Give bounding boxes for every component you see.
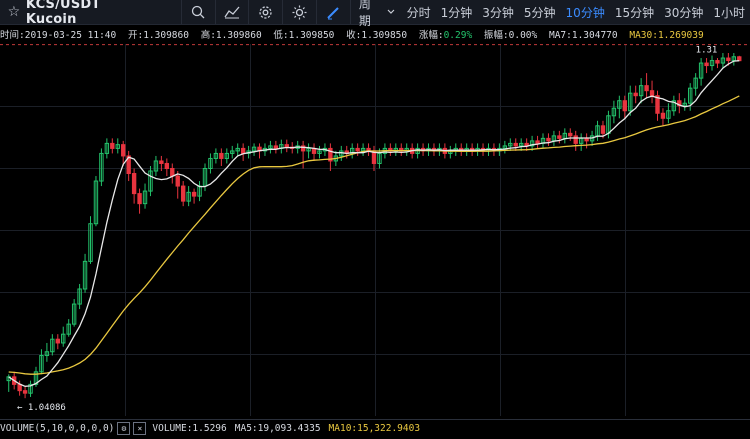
volume-ma5: MA5:19,093.4335 — [234, 423, 321, 434]
candle-body — [159, 160, 164, 164]
candle-body — [600, 125, 606, 134]
candle-body — [175, 175, 180, 187]
indicator-icon[interactable] — [214, 0, 249, 24]
timeframe-tab[interactable]: 10分钟 — [561, 4, 610, 21]
candlestick-chart[interactable]: 1.31 ← 1.04086 — [0, 44, 750, 416]
candle-body — [644, 85, 649, 92]
candle-body — [535, 140, 540, 144]
candle-body — [273, 145, 279, 149]
candle-body — [284, 144, 289, 148]
timeframe-tab[interactable]: 15分钟 — [610, 4, 659, 21]
close-icon[interactable]: × — [133, 422, 147, 435]
candle-body — [715, 60, 720, 64]
chevron-down-icon — [387, 9, 395, 14]
high-price-label: 1.31 — [696, 46, 718, 56]
info-open: 开:1.309860 — [127, 30, 189, 41]
timeframe-tab[interactable]: 1分钟 — [436, 4, 478, 21]
candle-body — [355, 147, 360, 152]
candle-body — [131, 173, 137, 195]
info-time: 时间:2019-03-25 11:40 — [0, 30, 117, 41]
candle-body — [737, 56, 742, 62]
candle-body — [164, 162, 170, 169]
ma30-line — [8, 95, 740, 375]
timeframe-tab[interactable]: 5分钟 — [519, 4, 561, 21]
candle-body — [633, 92, 638, 97]
ohlc-info-bar: 时间:2019-03-25 11:40 开:1.309860 高:1.30986… — [0, 28, 750, 44]
candle-body — [17, 383, 22, 392]
low-price-label: ← 1.04086 — [17, 403, 66, 413]
info-high: 高:1.309860 — [200, 30, 262, 41]
candle-body — [22, 390, 28, 394]
candle-body — [704, 62, 709, 67]
candle-body — [513, 142, 518, 147]
timeframe-tab[interactable]: 30分钟 — [659, 4, 708, 21]
volume-value: VOLUME:1.5296 — [152, 423, 227, 434]
candle-body — [568, 132, 573, 137]
candle-body — [573, 135, 578, 144]
toolbar: ☆ KCS/USDT Kucoin 周期 分时 1分钟 3分钟 5分钟 10分钟 15分钟… — [0, 0, 750, 28]
gear-icon[interactable] — [248, 0, 282, 24]
candle-body — [240, 147, 246, 154]
period-dropdown[interactable]: 周期 — [351, 0, 402, 29]
candle-body — [191, 191, 197, 197]
candle-body — [110, 142, 115, 149]
candle-body — [726, 57, 731, 62]
info-ma7: MA7:1.304770 — [548, 30, 618, 41]
candle-body — [137, 193, 142, 205]
info-ma30: MA30:1.269039 — [629, 30, 704, 41]
candle-body — [660, 112, 666, 119]
volume-ma10: MA10:15,322.9403 — [328, 423, 421, 434]
timeframe-tab[interactable]: 1小时 — [708, 4, 750, 21]
volume-label: VOLUME(5,10,0,0,0,0) — [0, 423, 115, 434]
search-icon[interactable] — [180, 0, 215, 24]
candle-body — [170, 167, 175, 177]
period-label: 周期 — [358, 0, 371, 28]
info-change-label: 涨幅: — [418, 30, 444, 41]
settings-icon[interactable]: ⚙ — [117, 422, 131, 435]
star-icon[interactable]: ☆ — [4, 4, 24, 20]
candle-body — [649, 90, 655, 97]
info-change-value: 0.29% — [443, 30, 473, 41]
ma7-line — [8, 60, 740, 387]
candle-body — [557, 135, 562, 139]
candle-body — [121, 144, 126, 157]
candle-body — [55, 338, 60, 344]
candle-body — [622, 100, 627, 112]
volume-info-bar: VOLUME(5,10,0,0,0,0) ⚙ × VOLUME:1.5296 M… — [0, 419, 750, 437]
candle-body — [180, 185, 186, 202]
info-amplitude: 振幅:0.00% — [483, 30, 538, 41]
pen-icon[interactable] — [316, 0, 350, 24]
sun-icon[interactable] — [282, 0, 316, 24]
info-low: 低:1.309850 — [273, 30, 335, 41]
candle-body — [546, 137, 551, 142]
timeframe-tab[interactable]: 3分钟 — [477, 4, 519, 21]
pair-title: KCS/USDT Kucoin — [25, 0, 101, 27]
candle-body — [219, 152, 224, 159]
info-close: 收:1.309850 — [346, 30, 408, 41]
candle-body — [584, 137, 589, 142]
timeframe-tab[interactable]: 分时 — [402, 4, 436, 21]
